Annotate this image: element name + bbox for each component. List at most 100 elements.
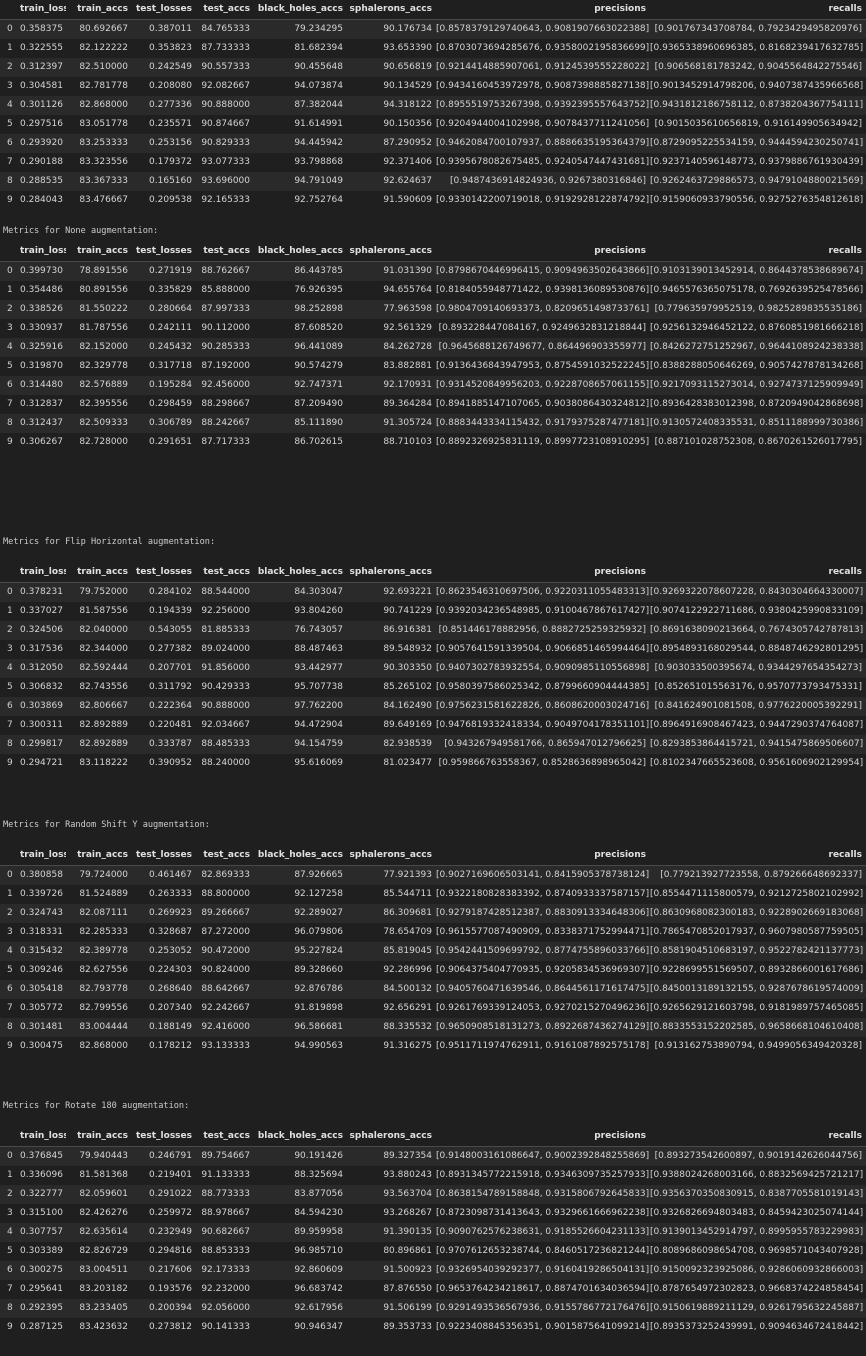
row-index: 9 <box>0 191 20 210</box>
index-header <box>0 242 20 262</box>
table-cell: 0.399730 <box>20 261 66 281</box>
column-header: test_accs <box>196 563 254 583</box>
table-cell: 0.179372 <box>132 153 196 172</box>
table-cell: 88.978667 <box>196 1204 254 1223</box>
table-cell: [0.9434160453972978, 0.9087398885827138] <box>436 77 650 96</box>
table-cell: 0.273812 <box>132 1318 196 1337</box>
table-cell: 0.263333 <box>132 885 196 904</box>
table-cell: 0.311792 <box>132 678 196 697</box>
column-header: train_accs <box>66 0 132 20</box>
table-cell: 0.208080 <box>132 77 196 96</box>
table-row: 1 0.336096 81.581368 0.219401 91.133333 88.32… <box>0 1166 866 1185</box>
table-cell: 92.289027 <box>254 904 347 923</box>
table-cell: [0.8623546310697506, 0.9220311055483313] <box>436 582 650 602</box>
table-cell: 79.940443 <box>66 1146 132 1166</box>
table-cell: 83.882881 <box>347 357 436 376</box>
table-cell: 82.743556 <box>66 678 132 697</box>
table-cell: 83.877056 <box>254 1185 347 1204</box>
table-cell: 92.256000 <box>196 602 254 621</box>
row-index: 8 <box>0 414 20 433</box>
table-cell: 89.328660 <box>254 961 347 980</box>
table-cell: [0.8554471115800579, 0.9212725802102992] <box>650 885 866 904</box>
table-cell: 0.193576 <box>132 1280 196 1299</box>
column-header: precisions <box>436 563 650 583</box>
table-cell: 0.277336 <box>132 96 196 115</box>
table-cell: 90.455648 <box>254 58 347 77</box>
table-cell: 91.305724 <box>347 414 436 433</box>
table-row: 8 0.288535 83.367333 0.165160 93.696000 94.79… <box>0 172 866 191</box>
row-index: 9 <box>0 433 20 452</box>
metrics-dataframe: train_lossestrain_accstest_lossestest_ac… <box>0 563 866 773</box>
table-cell: 0.253052 <box>132 942 196 961</box>
column-header: sphalerons_accs <box>347 0 436 20</box>
table-row: 4 0.312050 82.592444 0.207701 91.856000 93.44… <box>0 659 866 678</box>
table-cell: [0.9405760471639546, 0.8644561171617475] <box>436 980 650 999</box>
table-cell: 94.154759 <box>254 735 347 754</box>
table-cell: 87.382044 <box>254 96 347 115</box>
table-cell: [0.9465576365075178, 0.7692639525478566] <box>650 281 866 300</box>
table-cell: 88.642667 <box>196 980 254 999</box>
table-cell: [0.9217093115273014, 0.9274737125909949] <box>650 376 866 395</box>
table-cell: 0.200394 <box>132 1299 196 1318</box>
column-header: black_holes_accs <box>254 242 347 262</box>
table-cell: 78.891556 <box>66 261 132 281</box>
metrics-dataframe: train_lossestrain_accstest_lossestest_ac… <box>0 242 866 452</box>
table-cell: 0.287125 <box>20 1318 66 1337</box>
table-cell: [0.9388024268003166, 0.8832569425721217] <box>650 1166 866 1185</box>
table-cell: 96.079806 <box>254 923 347 942</box>
table-row: 3 0.330937 81.787556 0.242111 90.112000 87.60… <box>0 319 866 338</box>
table-cell: 90.829333 <box>196 134 254 153</box>
column-header: precisions <box>436 1127 650 1147</box>
table-cell: 0.307757 <box>20 1223 66 1242</box>
table-cell: 86.309681 <box>347 904 436 923</box>
table-cell: 82.509333 <box>66 414 132 433</box>
table-cell: [0.8450013189132155, 0.9287678619574009] <box>650 980 866 999</box>
row-index: 1 <box>0 1166 20 1185</box>
table-cell: 0.301126 <box>20 96 66 115</box>
row-index: 9 <box>0 1318 20 1337</box>
table-cell: 0.268640 <box>132 980 196 999</box>
table-cell: 83.118222 <box>66 754 132 773</box>
table-cell: [0.9314520849956203, 0.9228708657061155] <box>436 376 650 395</box>
table-cell: 0.284102 <box>132 582 196 602</box>
table-cell: 92.876786 <box>254 980 347 999</box>
table-cell: [0.9615577087490909, 0.8338371752994471] <box>436 923 650 942</box>
row-index: 6 <box>0 697 20 716</box>
table-cell: 80.692667 <box>66 19 132 39</box>
table-cell: [0.8638154789158848, 0.9315806792645833] <box>436 1185 650 1204</box>
table-cell: 0.242549 <box>132 58 196 77</box>
table-cell: [0.8964916908467423, 0.9447290374764087] <box>650 716 866 735</box>
table-cell: 90.176734 <box>347 19 436 39</box>
table-cell: 83.004444 <box>66 1018 132 1037</box>
table-row: 3 0.318331 82.285333 0.328687 87.272000 96.07… <box>0 923 866 942</box>
table-cell: 92.747371 <box>254 376 347 395</box>
table-cell: 93.804260 <box>254 602 347 621</box>
table-cell: 0.305772 <box>20 999 66 1018</box>
table-cell: 0.207340 <box>132 999 196 1018</box>
table-cell: 81.787556 <box>66 319 132 338</box>
table-cell: 88.853333 <box>196 1242 254 1261</box>
table-cell: 0.317536 <box>20 640 66 659</box>
table-cell: 0.297516 <box>20 115 66 134</box>
table-cell: [0.8426272751252967, 0.9644108924238338] <box>650 338 866 357</box>
table-cell: 0.312437 <box>20 414 66 433</box>
table-cell: 91.590609 <box>347 191 436 210</box>
table-cell: 92.170931 <box>347 376 436 395</box>
row-index: 0 <box>0 1146 20 1166</box>
table-cell: 93.563704 <box>347 1185 436 1204</box>
table-cell: 0.178212 <box>132 1037 196 1056</box>
table-cell: 0.337027 <box>20 602 66 621</box>
metrics-table-block: train_lossestrain_accstest_lossestest_ac… <box>0 1127 866 1337</box>
table-row: 9 0.284043 83.476667 0.209538 92.165333 92.75… <box>0 191 866 210</box>
column-header: train_losses <box>20 1127 66 1147</box>
table-cell: 0.222364 <box>132 697 196 716</box>
row-index: 0 <box>0 261 20 281</box>
table-row: 0 0.399730 78.891556 0.271919 88.762667 86.44… <box>0 261 866 281</box>
row-index: 2 <box>0 904 20 923</box>
table-cell: [0.943267949581766, 0.865947012796625] <box>436 735 650 754</box>
table-cell: [0.9130572408335531, 0.8511188999730386] <box>650 414 866 433</box>
column-header: test_losses <box>132 0 196 20</box>
table-row: 1 0.354486 80.891556 0.335829 85.888000 76.92… <box>0 281 866 300</box>
table-row: 2 0.324743 82.087111 0.269923 89.266667 92.28… <box>0 904 866 923</box>
table-row: 0 0.380858 79.724000 0.461467 82.869333 87.92… <box>0 865 866 885</box>
